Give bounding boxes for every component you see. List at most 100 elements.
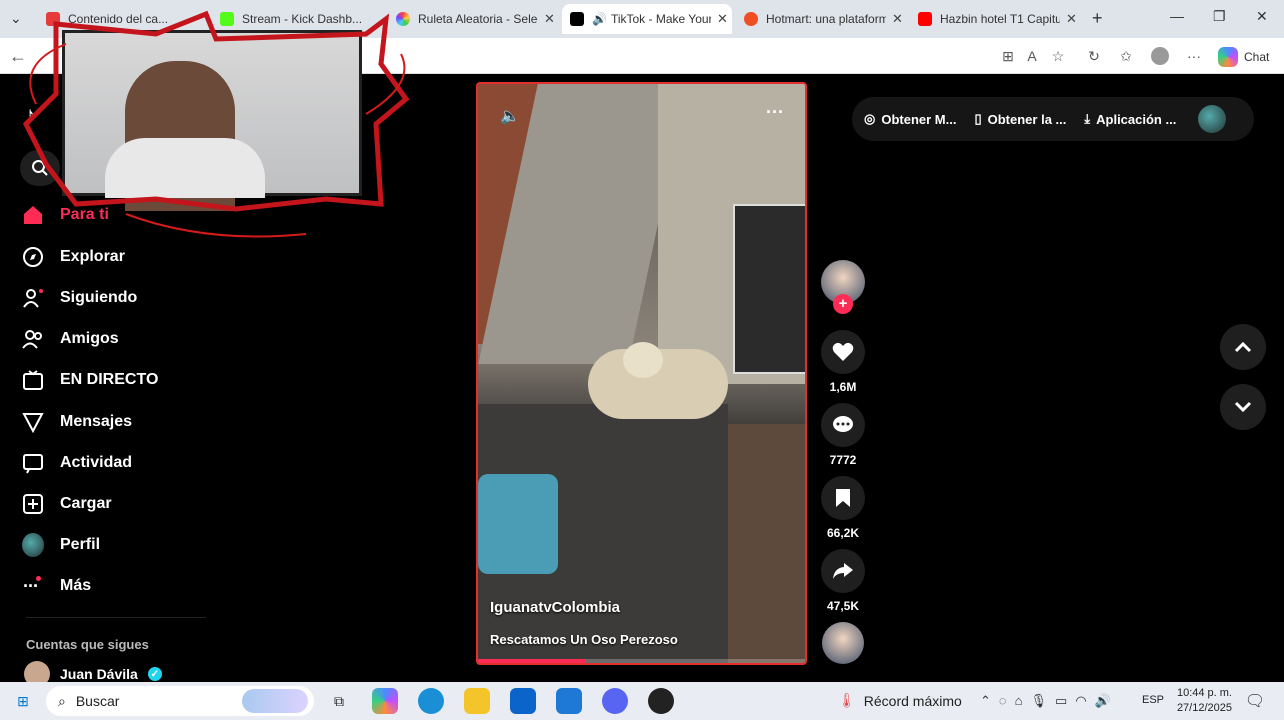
tab-label: TikTok - Make Your	[610, 12, 711, 26]
video-more-icon[interactable]: ···	[766, 102, 784, 123]
sidebar-item-mensajes[interactable]: Mensajes	[22, 407, 132, 437]
task-view-icon[interactable]: ⧉	[326, 688, 352, 714]
tray-chevron-icon[interactable]: ⌃	[980, 693, 991, 709]
weather-widget[interactable]: 🌡 Récord máximo	[838, 692, 962, 709]
phone-icon: ▯	[974, 111, 982, 126]
share-button[interactable]: 47,5K	[820, 549, 866, 613]
sidebar-item-actividad[interactable]: Actividad	[22, 448, 132, 478]
next-video-button[interactable]	[1220, 384, 1266, 430]
edge-icon[interactable]	[418, 688, 444, 714]
new-tab-icon[interactable]: +	[1092, 8, 1103, 29]
heart-icon	[821, 330, 865, 374]
sidebar-item-label: Siguiendo	[60, 289, 138, 306]
close-icon[interactable]: ✕	[544, 11, 555, 27]
sidebar-item-amigos[interactable]: Amigos	[22, 324, 119, 354]
translate-icon[interactable]: A	[1022, 46, 1042, 66]
save-count: 66,2K	[826, 526, 860, 540]
download-icon: ⤓	[1084, 111, 1091, 126]
video-progress-track[interactable]	[478, 659, 805, 663]
follow-plus-icon[interactable]: +	[833, 294, 853, 314]
sidebar-item-label: Mensajes	[60, 413, 133, 430]
live-icon	[22, 369, 44, 391]
get-app-button[interactable]: ▯ Obtener la ...	[974, 111, 1066, 127]
notifications-icon[interactable]: 🗨	[1242, 688, 1268, 714]
chevron-up-icon	[1234, 341, 1252, 353]
close-icon[interactable]: ✕	[892, 11, 903, 27]
sidebar-item-label: Perfil	[60, 536, 101, 553]
volume-icon[interactable]: 🔈	[500, 106, 520, 126]
share-count: 47,5K	[826, 599, 860, 613]
start-icon[interactable]: ⊞	[10, 688, 36, 714]
favorite-star-icon[interactable]: ☆	[1048, 46, 1068, 66]
tab-5[interactable]: Hazbin hotel T1 Capitul ✕	[910, 4, 1082, 34]
battery-icon[interactable]: ▭	[1055, 693, 1067, 709]
wifi-icon[interactable]: ◠	[1075, 693, 1086, 709]
following-user-name: Juan Dávila	[60, 666, 138, 682]
speaker-icon[interactable]: 🔊	[592, 12, 607, 26]
refresh-extension-icon[interactable]: ↻	[1084, 46, 1104, 66]
creator-avatar-button[interactable]: +	[820, 260, 866, 314]
blue-glove	[478, 474, 558, 574]
apps-icon[interactable]: ⊞	[998, 46, 1018, 66]
close-icon[interactable]: ✕	[1066, 11, 1077, 27]
more-icon: ···	[22, 575, 44, 597]
tab-3[interactable]: 🔊 TikTok - Make Your ✕	[562, 4, 732, 34]
language-indicator[interactable]: ESP	[1142, 694, 1164, 706]
desktop-app-button[interactable]: ⤓ Aplicación ...	[1084, 111, 1176, 127]
close-icon[interactable]: ✕	[717, 11, 728, 27]
window-bars	[733, 204, 805, 374]
tab-label: Hotmart: una plataforma	[766, 12, 886, 26]
video-caption: Rescatamos Un Oso Perezoso	[490, 632, 678, 647]
sidebar-item-label: Amigos	[60, 330, 119, 347]
get-coins-button[interactable]: ◎ Obtener M...	[864, 111, 956, 127]
discord-icon[interactable]	[602, 688, 628, 714]
profile-icon[interactable]	[1150, 46, 1170, 66]
like-button[interactable]: 1,6M	[820, 330, 866, 394]
sidebar-item-label: Explorar	[60, 248, 125, 265]
share-icon	[821, 549, 865, 593]
file-explorer-icon[interactable]	[464, 688, 490, 714]
outlook-icon[interactable]	[510, 688, 536, 714]
copilot-icon[interactable]	[372, 688, 398, 714]
tab-favicon-icon	[744, 12, 758, 26]
taskbar-search[interactable]: ⌕ Buscar	[46, 686, 314, 716]
save-button[interactable]: 66,2K	[820, 476, 866, 540]
video-author[interactable]: IguanatvColombia	[490, 599, 620, 616]
sidebar-item-perfil[interactable]: Perfil	[22, 530, 100, 560]
minimize-icon[interactable]: —	[1170, 8, 1184, 24]
sidebar-item-label: Más	[60, 577, 92, 594]
sidebar-item-mas[interactable]: ··· Más	[22, 571, 91, 601]
coin-icon: ◎	[864, 111, 876, 126]
favorites-icon[interactable]: ✩	[1116, 46, 1136, 66]
tray-app-icon[interactable]: ◌	[999, 693, 1007, 709]
sidebar-item-siguiendo[interactable]: Siguiendo	[22, 283, 137, 313]
volume-icon[interactable]: 🔊	[1095, 693, 1111, 709]
sidebar-item-para-ti[interactable]: Para ti	[22, 200, 109, 230]
chat-label: Chat	[1244, 50, 1270, 64]
menu-dots-icon[interactable]: ···	[1184, 46, 1204, 66]
sound-avatar-button[interactable]	[820, 622, 866, 664]
copilot-chat-button[interactable]: Chat	[1218, 47, 1269, 67]
compass-icon	[22, 246, 44, 268]
top-actions-bar: ◎ Obtener M... ▯ Obtener la ... ⤓ Aplicació…	[852, 97, 1254, 141]
sidebar-item-explorar[interactable]: Explorar	[22, 242, 125, 272]
store-icon[interactable]	[556, 688, 582, 714]
restore-icon[interactable]: ❐	[1213, 8, 1226, 25]
obs-icon[interactable]	[648, 688, 674, 714]
verified-icon: ✓	[147, 667, 162, 681]
microphone-icon[interactable]: 🎙	[1031, 693, 1048, 709]
clock[interactable]: 10:44 p. m. 27/12/2025	[1172, 686, 1232, 716]
previous-video-button[interactable]	[1220, 324, 1266, 370]
tab-4[interactable]: Hotmart: una plataforma ✕	[736, 4, 908, 34]
friends-icon	[22, 328, 44, 350]
sidebar-item-cargar[interactable]: Cargar	[22, 489, 112, 519]
wood-planks	[728, 424, 805, 663]
profile-avatar[interactable]	[1198, 105, 1227, 133]
avatar-icon	[22, 533, 44, 557]
comment-count: 7772	[829, 453, 857, 467]
sidebar-item-en-directo[interactable]: EN DIRECTO	[22, 365, 158, 395]
comment-button[interactable]: 7772	[820, 403, 866, 467]
video-player[interactable]: 🔈 ··· IguanatvColombia Rescatamos Un Oso…	[476, 82, 807, 665]
tray-usb-icon[interactable]: ⌂	[1015, 693, 1023, 709]
close-window-icon[interactable]: ✕	[1256, 8, 1268, 25]
